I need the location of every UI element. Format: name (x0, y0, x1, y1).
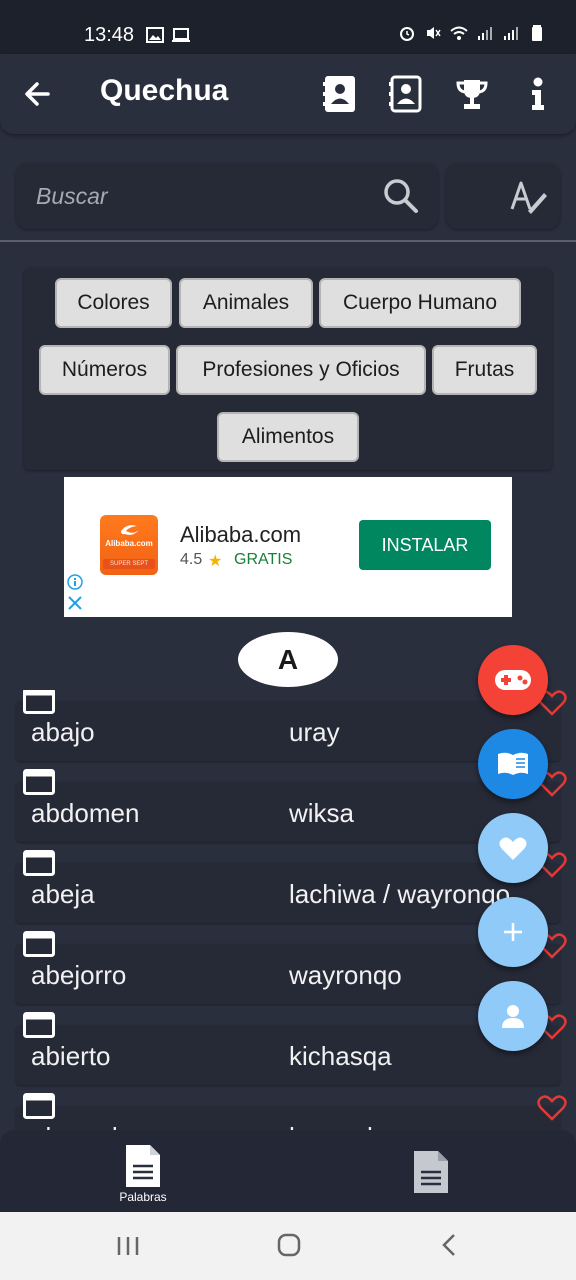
ad-rating: 4.5 (180, 551, 203, 568)
word-quechua: uray (289, 717, 340, 747)
word-quechua: wiksa (289, 798, 355, 828)
book-icon (498, 752, 528, 775)
search-input[interactable] (36, 179, 376, 213)
image-icon (146, 27, 164, 43)
word-quechua: hamachaq (289, 1122, 410, 1130)
arrow-left-icon (25, 82, 50, 106)
word-row[interactable]: abdomen wiksa (16, 769, 560, 842)
folder-icon (23, 1012, 55, 1038)
contacts-book-icon (323, 76, 355, 112)
games-button[interactable] (478, 645, 548, 715)
category-button[interactable]: Números (39, 345, 170, 395)
word-row[interactable]: abeja lachiwa / wayronqo (16, 850, 560, 923)
info-button[interactable] (520, 74, 556, 114)
ad-price: GRATIS (234, 551, 293, 568)
status-time: 13:48 (84, 24, 135, 46)
person-icon (502, 1005, 524, 1028)
alibaba-logo-text: Alibaba.com (105, 539, 153, 548)
ad-close-icon[interactable] (67, 595, 83, 611)
word-quechua: lachiwa / wayronqo (289, 879, 511, 909)
contacts-outline-button[interactable] (388, 74, 424, 114)
back-nav-icon[interactable] (432, 1230, 468, 1262)
category-button[interactable]: Animales (179, 278, 313, 328)
ad-install-button[interactable]: INSTALAR (359, 520, 491, 570)
status-bar: 13:48 (0, 0, 576, 54)
category-button[interactable]: Alimentos (217, 412, 359, 462)
ad-banner[interactable]: Alibaba.com SUPER SEPT Alibaba.com 4.5 ★… (64, 477, 512, 617)
star-icon: ★ (208, 553, 223, 570)
word-spanish: abierto (31, 1041, 111, 1071)
mute-icon (427, 27, 441, 39)
word-spanish: abajo (31, 717, 95, 747)
bottom-nav: Palabras (0, 1130, 576, 1212)
alibaba-logo-subtext: SUPER SEPT (103, 559, 155, 569)
category-panel: Colores Animales Cuerpo Humano Números P… (24, 268, 552, 470)
word-row[interactable]: abogado hamachaq (16, 1093, 560, 1130)
tab-words-label: Palabras (119, 1190, 167, 1204)
word-row[interactable]: abejorro wayronqo (16, 931, 560, 1004)
back-button[interactable] (20, 76, 60, 112)
alibaba-logo-mark (121, 525, 139, 535)
category-button[interactable]: Profesiones y Oficios (176, 345, 426, 395)
info-icon (532, 77, 544, 110)
folder-icon (23, 690, 55, 714)
search-button[interactable] (382, 177, 420, 215)
dictionary-button[interactable] (478, 729, 548, 799)
search-box (16, 163, 438, 229)
alibaba-logo: Alibaba.com SUPER SEPT (100, 515, 158, 575)
cast-icon (172, 28, 190, 42)
ad-app-name: Alibaba.com (180, 522, 302, 547)
recent-apps-icon[interactable] (110, 1230, 146, 1262)
heart-icon (499, 837, 527, 860)
category-button[interactable]: Frutas (432, 345, 537, 395)
word-quechua: wayronqo (289, 960, 402, 990)
contacts-book-outline-icon (389, 75, 422, 113)
folder-icon (23, 1093, 55, 1119)
word-spanish: abejorro (31, 960, 127, 990)
home-icon[interactable] (271, 1230, 307, 1262)
profile-button[interactable] (478, 981, 548, 1051)
contacts-button[interactable] (322, 74, 358, 114)
word-row[interactable]: abierto kichasqa (16, 1012, 560, 1085)
alarm-icon (400, 27, 414, 41)
folder-icon (23, 850, 55, 876)
add-button[interactable] (478, 897, 548, 967)
signal-icon (504, 27, 518, 40)
ad-info-icon[interactable] (67, 574, 83, 590)
word-row[interactable]: abajo uray (16, 690, 560, 761)
plus-icon (504, 923, 522, 941)
tab-words[interactable]: Palabras (106, 1142, 180, 1208)
trophy-button[interactable] (454, 74, 490, 114)
document-icon (414, 1151, 448, 1193)
document-icon (126, 1145, 160, 1187)
translate-button[interactable] (446, 163, 560, 229)
translate-pen-icon (510, 181, 547, 214)
word-spanish: abeja (31, 879, 95, 909)
wifi-icon (450, 26, 468, 40)
search-icon (384, 179, 418, 213)
folder-icon (23, 769, 55, 795)
signal-icon (478, 27, 492, 40)
system-nav-bar (0, 1212, 576, 1280)
page-title: Quechua (100, 74, 229, 107)
battery-icon (532, 25, 542, 41)
letter-header: A (238, 632, 338, 687)
word-spanish: abogado (31, 1122, 132, 1130)
heart-outline-icon[interactable] (537, 1094, 567, 1122)
category-button[interactable]: Cuerpo Humano (319, 278, 521, 328)
word-quechua: kichasqa (289, 1041, 392, 1071)
game-controller-icon (495, 670, 531, 690)
word-spanish: abdomen (31, 798, 140, 828)
favorites-button[interactable] (478, 813, 548, 883)
folder-icon (23, 931, 55, 957)
divider (0, 240, 576, 242)
category-button[interactable]: Colores (55, 278, 172, 328)
trophy-icon (456, 80, 488, 109)
app-bar: Quechua (0, 54, 576, 134)
tab-documents[interactable] (394, 1146, 468, 1206)
